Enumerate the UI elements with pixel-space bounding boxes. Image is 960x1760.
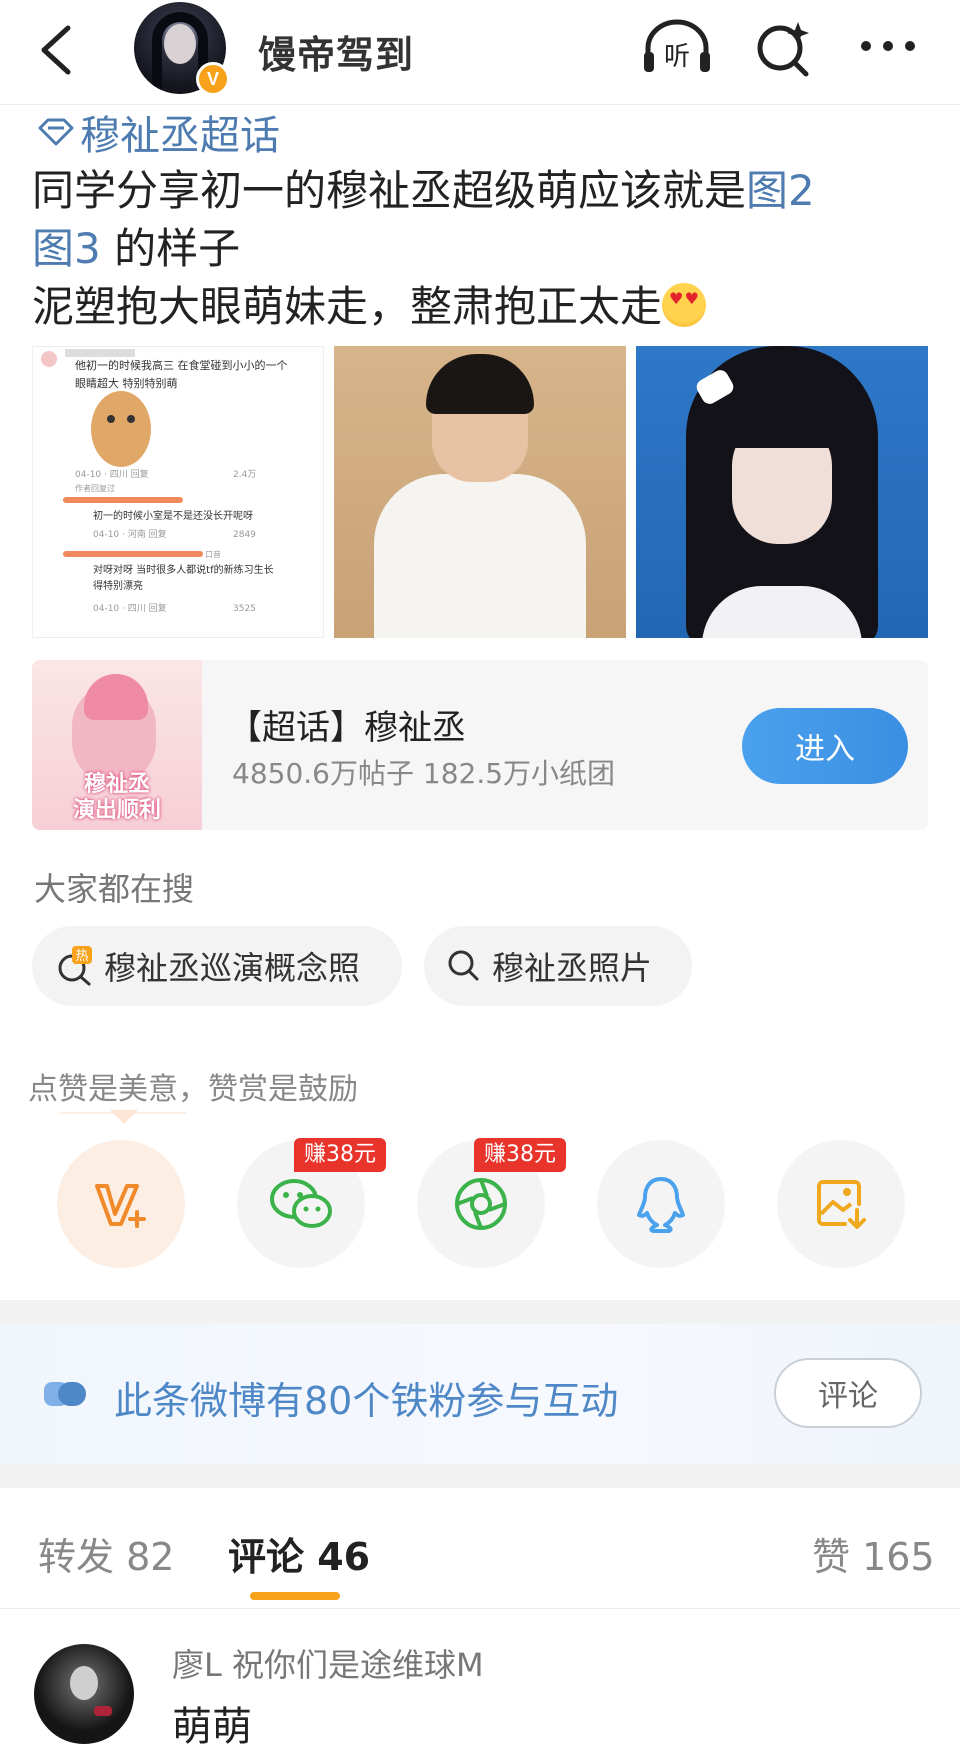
commenter-name[interactable]: 廖L 祝你们是途维球M — [172, 1640, 484, 1686]
heart-eyes-emoji — [662, 283, 707, 327]
image-link-3[interactable]: 图3 — [32, 224, 101, 273]
save-image-button[interactable] — [777, 1140, 905, 1268]
tab-repost[interactable]: 转发 82 — [38, 1526, 174, 1581]
search-chip[interactable]: 穆祉丞照片 — [424, 926, 692, 1006]
author-avatar[interactable]: V — [134, 2, 230, 98]
shot-text: 对呀对呀 当时很多人都说tf的新练习生长 — [93, 563, 274, 576]
shot-text: 04-10 · 四川 回复 — [93, 602, 167, 614]
super-topic-thumbnail: 穆祉丞 演出顺利 — [32, 660, 202, 830]
post-text-line3: 泥塑抱大眼萌妹走，整肃抱正太走 — [32, 282, 663, 331]
super-topic-card[interactable]: 穆祉丞 演出顺利 【超话】穆祉丞 4850.6万帖子 182.5万小纸团 进入 — [32, 660, 928, 830]
super-topic-stats: 4850.6万帖子 182.5万小纸团 — [232, 757, 616, 790]
shot-text: 04-10 · 河南 回复 — [93, 528, 167, 540]
active-tab-indicator — [250, 1592, 340, 1600]
search-chip[interactable]: 热 穆祉丞巡演概念照 — [32, 926, 402, 1006]
diamond-icon — [38, 118, 74, 146]
post-image-1[interactable]: 他初一的时候我高三 在食堂碰到小小的一个 眼睛超大 特别特别萌 04-10 · … — [32, 346, 324, 638]
praise-tip: 点赞是美意，赞赏是鼓励 — [28, 1072, 358, 1107]
shot-text: 得特别漂亮 — [93, 579, 143, 592]
post-image-2[interactable] — [334, 346, 626, 638]
comment-text: 萌萌 — [172, 1704, 252, 1750]
search-sparkle-icon[interactable] — [752, 16, 816, 80]
top-bar: V 馒帝驾到 听 — [0, 0, 960, 104]
v-plus-icon — [95, 1184, 146, 1228]
search-icon — [448, 950, 479, 981]
back-arrow-icon[interactable] — [34, 20, 78, 80]
v-plus-button[interactable] — [57, 1140, 185, 1268]
tab-like[interactable]: 赞 165 — [812, 1526, 935, 1581]
shot-text: 初一的时候小室是不是还没长开呢呀 — [93, 509, 253, 522]
save-image-icon — [817, 1180, 866, 1229]
author-name[interactable]: 馒帝驾到 — [258, 24, 414, 79]
more-icon[interactable] — [856, 26, 920, 66]
post-text-line2: 的样子 — [100, 224, 241, 273]
qq-icon — [637, 1177, 685, 1233]
shot-text: 眼睛超大 特别特别萌 — [75, 376, 178, 390]
commenter-avatar[interactable] — [34, 1644, 134, 1744]
shot-text: 口音 — [205, 549, 221, 559]
image-link-2[interactable]: 图2 — [746, 166, 815, 215]
fans-icon — [44, 1382, 86, 1406]
shot-text: 2.4万 — [233, 470, 256, 480]
enter-button[interactable]: 进入 — [742, 708, 908, 784]
divider — [0, 1608, 960, 1609]
post-text-line1: 同学分享初一的穆祉丞超级萌应该就是 — [32, 166, 747, 215]
super-topic-title: 【超话】穆祉丞 — [228, 708, 466, 748]
section-gap — [0, 1300, 960, 1324]
shot-text: 3525 — [233, 604, 256, 614]
hot-search-icon: 热 — [58, 946, 92, 986]
search-chip-label: 穆祉丞巡演概念照 — [104, 949, 361, 987]
thumbnail-caption: 穆祉丞 演出顺利 — [72, 772, 161, 823]
post-body: 同学分享初一的穆祉丞超级萌应该就是图2 图3 的样子 泥塑抱大眼萌妹走，整肃抱正… — [32, 162, 932, 336]
wechat-icon — [270, 1179, 332, 1228]
iron-fans-bar[interactable]: 此条微博有80个铁粉参与互动 评论 — [0, 1324, 960, 1464]
qq-share-button[interactable] — [597, 1140, 725, 1268]
shot-text: 04-10 · 四川 回复 — [75, 468, 149, 480]
listen-icon[interactable]: 听 — [640, 18, 714, 78]
super-topic-link[interactable]: 穆祉丞超话 — [36, 106, 280, 159]
listen-label: 听 — [664, 42, 690, 72]
comment-screenshot: 他初一的时候我高三 在食堂碰到小小的一个 眼睛超大 特别特别萌 04-10 · … — [41, 349, 288, 614]
tab-comment[interactable]: 评论 46 — [228, 1526, 370, 1581]
shot-text: 作者回复过 — [75, 483, 115, 493]
earn-badge: 赚38元 — [294, 1138, 386, 1172]
search-chip-label: 穆祉丞照片 — [492, 949, 653, 987]
trending-search-title: 大家都在搜 — [34, 870, 195, 908]
iron-fans-text: 此条微博有80个铁粉参与互动 — [114, 1379, 619, 1423]
verified-badge: V — [196, 62, 230, 96]
comment-button[interactable]: 评论 — [774, 1358, 922, 1428]
section-gap — [0, 1464, 960, 1488]
earn-badge: 赚38元 — [474, 1138, 566, 1172]
post-image-3[interactable] — [636, 346, 928, 638]
moments-icon — [455, 1178, 507, 1230]
shot-text: 2849 — [233, 530, 256, 540]
shot-text: 他初一的时候我高三 在食堂碰到小小的一个 — [75, 358, 288, 372]
super-topic-label: 穆祉丞超话 — [80, 113, 280, 159]
hot-badge: 热 — [75, 949, 88, 964]
tip-pointer — [110, 1110, 138, 1124]
